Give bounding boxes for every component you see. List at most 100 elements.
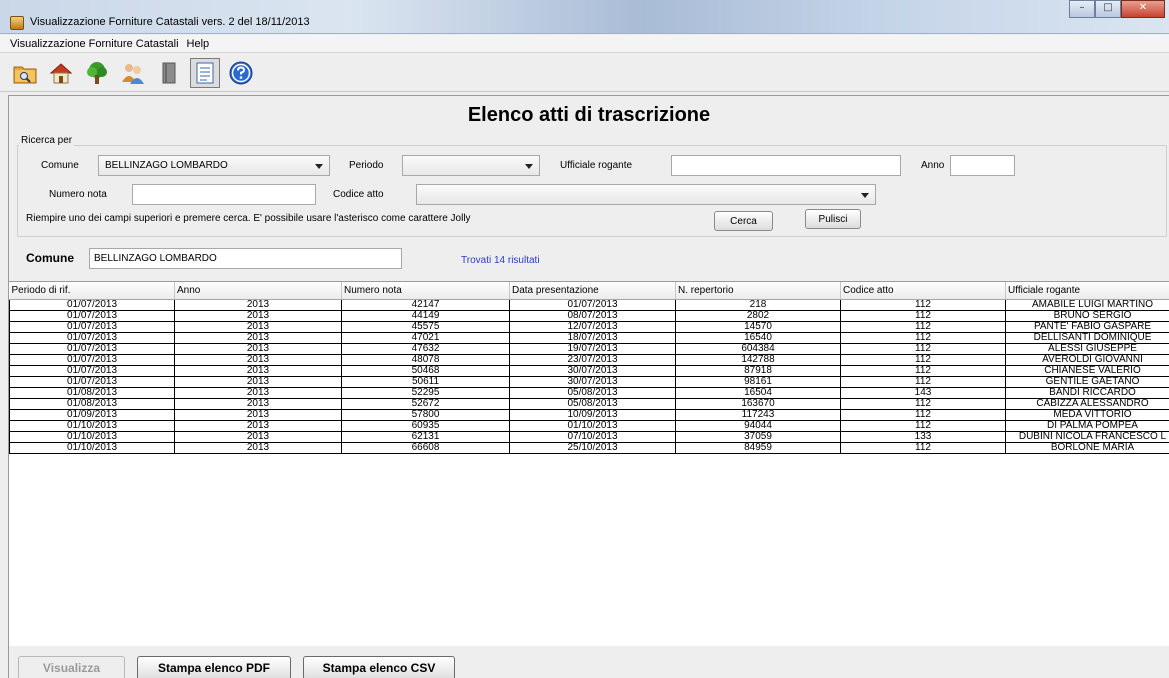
- cell-data-presentazione: 12/07/2013: [509, 320, 676, 333]
- toolbar-tree-button[interactable]: [82, 58, 112, 88]
- anno-input[interactable]: [950, 155, 1015, 176]
- cell-periodo: 01/07/2013: [9, 353, 175, 366]
- result-comune-label: Comune: [26, 251, 74, 265]
- cell-numero-nota: 66608: [341, 441, 510, 454]
- ufficiale-rogante-label: Ufficiale rogante: [560, 160, 633, 171]
- chevron-down-icon: [525, 164, 533, 169]
- cell-numero-nota: 60935: [341, 419, 510, 432]
- column-header-data-presentazione[interactable]: Data presentazione: [509, 282, 676, 300]
- table-row[interactable]: 01/07/2013 2013 47021 18/07/2013 16540 112 DEL…: [9, 331, 1169, 344]
- comune-select[interactable]: BELLINZAGO LOMBARDO: [98, 155, 330, 176]
- cell-numero-nota: 50468: [341, 364, 510, 377]
- cell-anno: 2013: [174, 320, 342, 333]
- pulisci-button[interactable]: Pulisci: [805, 209, 861, 229]
- codice-atto-label: Codice atto: [333, 189, 384, 200]
- column-header-repertorio[interactable]: N. repertorio: [675, 282, 841, 300]
- folder-search-icon: [13, 66, 37, 83]
- toolbar-people-button[interactable]: [118, 58, 148, 88]
- column-header-periodo[interactable]: Periodo di rif.: [9, 282, 175, 300]
- menu-visualizzazione[interactable]: Visualizzazione Forniture Catastali: [0, 35, 183, 52]
- cell-ufficiale-rogante: AVEROLDI GIOVANNI: [1005, 353, 1169, 366]
- toolbar-help-button[interactable]: [226, 58, 256, 88]
- cell-periodo: 01/07/2013: [9, 331, 175, 344]
- table-row[interactable]: 01/10/2013 2013 62131 07/10/2013 37059 133 DUB…: [9, 430, 1169, 443]
- cell-anno: 2013: [174, 441, 342, 454]
- codice-atto-select[interactable]: [416, 184, 876, 205]
- toolbar-book-button[interactable]: [154, 58, 184, 88]
- toolbar-document-list-button[interactable]: [190, 57, 220, 88]
- cell-data-presentazione: 19/07/2013: [509, 342, 676, 355]
- table-row[interactable]: 01/07/2013 2013 44149 08/07/2013 2802 112 BRUN…: [9, 309, 1169, 322]
- column-header-anno[interactable]: Anno: [174, 282, 342, 300]
- cell-numero-nota: 57800: [341, 408, 510, 421]
- result-comune-field: BELLINZAGO LOMBARDO: [89, 248, 402, 269]
- cell-periodo: 01/07/2013: [9, 342, 175, 355]
- search-hint: Riempire uno dei campi superiori e preme…: [26, 213, 471, 224]
- cell-anno: 2013: [174, 364, 342, 377]
- cell-anno: 2013: [174, 386, 342, 399]
- column-header-codice-atto[interactable]: Codice atto: [840, 282, 1006, 300]
- minimize-button[interactable]: –: [1069, 0, 1095, 18]
- maximize-button[interactable]: □: [1095, 0, 1121, 18]
- toolbar-folder-search-button[interactable]: [10, 58, 40, 88]
- column-header-ufficiale-rogante[interactable]: Ufficiale rogante: [1005, 282, 1169, 300]
- periodo-select[interactable]: [402, 155, 540, 176]
- visualizza-button[interactable]: Visualizza: [18, 656, 125, 678]
- toolbar-house-button[interactable]: [46, 58, 76, 88]
- stampa-pdf-button[interactable]: Stampa elenco PDF: [137, 656, 291, 678]
- cell-repertorio: 163670: [675, 397, 841, 410]
- cell-numero-nota: 48078: [341, 353, 510, 366]
- table-row[interactable]: 01/10/2013 2013 60935 01/10/2013 94044 112 DI …: [9, 419, 1169, 432]
- cell-data-presentazione: 07/10/2013: [509, 430, 676, 443]
- column-header-numero-nota[interactable]: Numero nota: [341, 282, 510, 300]
- table-row[interactable]: 01/07/2013 2013 50611 30/07/2013 98161 112 GEN…: [9, 375, 1169, 388]
- cell-repertorio: 2802: [675, 309, 841, 322]
- title-bar: Visualizzazione Forniture Catastali vers…: [0, 0, 1169, 34]
- cell-repertorio: 16504: [675, 386, 841, 399]
- cell-repertorio: 142788: [675, 353, 841, 366]
- cell-codice-atto: 112: [840, 419, 1006, 432]
- cell-codice-atto: 112: [840, 331, 1006, 344]
- comune-select-value: BELLINZAGO LOMBARDO: [105, 160, 228, 171]
- table-row[interactable]: 01/07/2013 2013 42147 01/07/2013 218 112 AMABI…: [9, 298, 1169, 311]
- cell-numero-nota: 42147: [341, 298, 510, 311]
- table-header-row: Periodo di rif. Anno Numero nota Data pr…: [9, 282, 1169, 300]
- cell-ufficiale-rogante: DELLISANTI DOMINIQUE: [1005, 331, 1169, 344]
- cell-periodo: 01/07/2013: [9, 375, 175, 388]
- numero-nota-input[interactable]: [132, 184, 316, 205]
- cell-anno: 2013: [174, 397, 342, 410]
- people-icon: [122, 63, 144, 84]
- window-title: Visualizzazione Forniture Catastali vers…: [30, 16, 310, 28]
- table-row[interactable]: 01/08/2013 2013 52295 05/08/2013 16504 143 BAN…: [9, 386, 1169, 399]
- cerca-button[interactable]: Cerca: [714, 211, 773, 231]
- cell-codice-atto: 112: [840, 397, 1006, 410]
- cell-numero-nota: 62131: [341, 430, 510, 443]
- cell-ufficiale-rogante: BANDI RICCARDO: [1005, 386, 1169, 399]
- table-row[interactable]: 01/10/2013 2013 66608 25/10/2013 84959 112 BOR…: [9, 441, 1169, 454]
- cell-ufficiale-rogante: BRUNO SERGIO: [1005, 309, 1169, 322]
- cell-anno: 2013: [174, 430, 342, 443]
- cell-codice-atto: 112: [840, 342, 1006, 355]
- table-row[interactable]: 01/07/2013 2013 47632 19/07/2013 604384 112 AL…: [9, 342, 1169, 355]
- table-row[interactable]: 01/07/2013 2013 45575 12/07/2013 14570 112 PAN…: [9, 320, 1169, 333]
- periodo-label: Periodo: [349, 160, 384, 171]
- ufficiale-rogante-input[interactable]: [671, 155, 901, 176]
- table-row[interactable]: 01/08/2013 2013 52672 05/08/2013 163670 112 CA…: [9, 397, 1169, 410]
- results-table-wrapper[interactable]: Periodo di rif. Anno Numero nota Data pr…: [9, 281, 1169, 646]
- stampa-csv-button[interactable]: Stampa elenco CSV: [303, 656, 455, 678]
- cell-anno: 2013: [174, 375, 342, 388]
- cell-periodo: 01/10/2013: [9, 441, 175, 454]
- cell-repertorio: 604384: [675, 342, 841, 355]
- cell-repertorio: 117243: [675, 408, 841, 421]
- menu-help[interactable]: Help: [183, 35, 214, 52]
- table-row[interactable]: 01/09/2013 2013 57800 10/09/2013 117243 112 ME…: [9, 408, 1169, 421]
- cell-codice-atto: 112: [840, 364, 1006, 377]
- cell-periodo: 01/07/2013: [9, 309, 175, 322]
- table-row[interactable]: 01/07/2013 2013 50468 30/07/2013 87918 112 CHI…: [9, 364, 1169, 377]
- cell-codice-atto: 112: [840, 375, 1006, 388]
- table-row[interactable]: 01/07/2013 2013 48078 23/07/2013 142788 112 AV…: [9, 353, 1169, 366]
- numero-nota-label: Numero nota: [49, 189, 107, 200]
- close-button[interactable]: ✕: [1121, 0, 1165, 18]
- cell-codice-atto: 112: [840, 408, 1006, 421]
- toolbar: [0, 54, 1169, 92]
